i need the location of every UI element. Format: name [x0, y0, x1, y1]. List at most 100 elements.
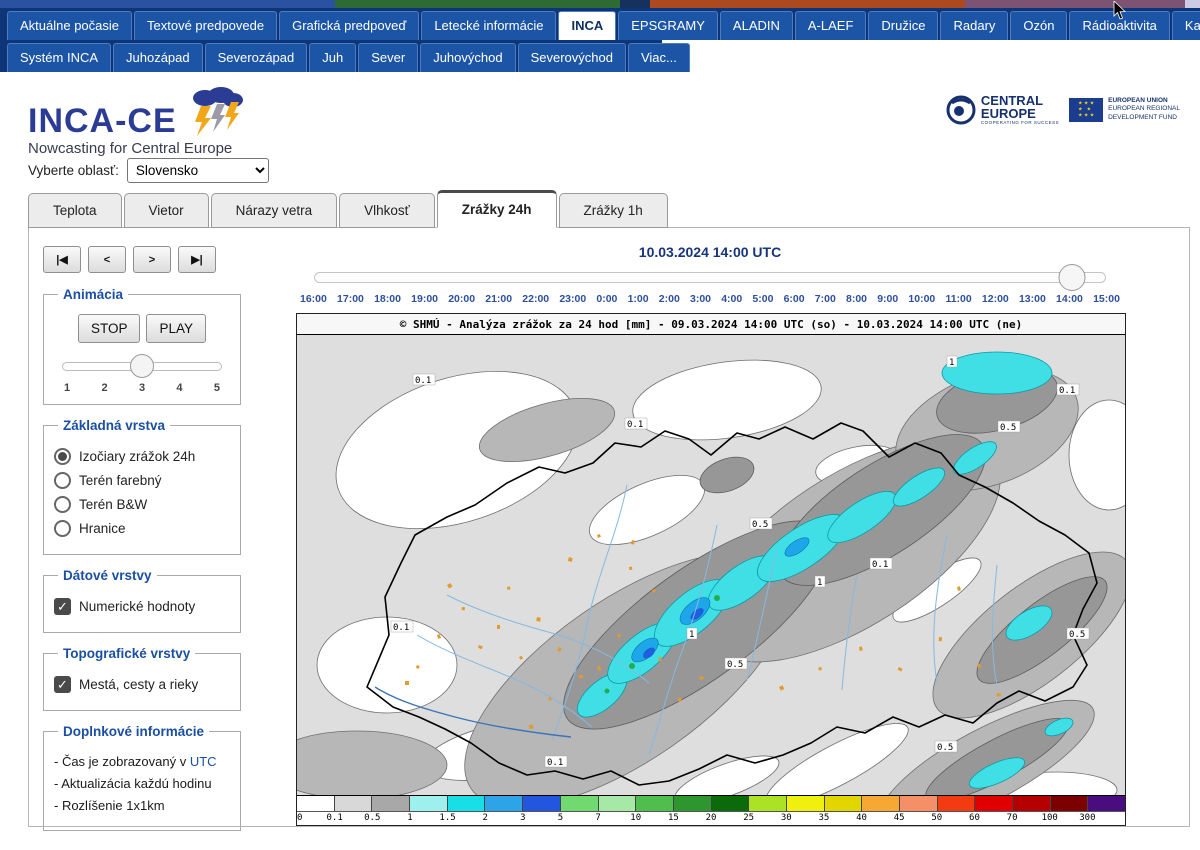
nav-item-a-laef[interactable]: A-LAEF	[795, 11, 867, 40]
nav-item-severov-chod[interactable]: Severovýchod	[518, 43, 626, 72]
tick-18-00: 18:00	[374, 293, 401, 305]
nav-item-grafick-predpove[interactable]: Grafická predpoveď	[279, 11, 419, 40]
time-slider-thumb[interactable]	[1058, 264, 1085, 291]
radio-dot	[58, 452, 67, 461]
nav-item-aktu-lne-po-asie[interactable]: Aktuálne počasie	[7, 11, 132, 40]
legend-value-labels: 00.10.511.523571015202530354045506070100…	[297, 812, 1125, 825]
tick-23-00: 23:00	[559, 293, 586, 305]
checkbox-option-numerick-hodnoty[interactable]: ✓Numerické hodnoty	[54, 598, 230, 615]
legend-cell-0	[297, 796, 335, 811]
ce-line2: EUROPE	[981, 107, 1059, 120]
tick-7-00: 7:00	[815, 293, 836, 305]
data-layers-title: Dátové vrstvy	[58, 568, 157, 583]
next-frame-button[interactable]: >	[133, 246, 171, 273]
radio-unselected[interactable]	[54, 472, 71, 489]
animation-speed-slider[interactable]	[62, 353, 222, 379]
nav-item-inca[interactable]: INCA	[558, 11, 616, 40]
tab-vlhkos[interactable]: Vlhkosť	[339, 193, 435, 228]
nav-item-dru-ice[interactable]: Družice	[868, 11, 938, 40]
legend-label-60: 60	[969, 813, 980, 823]
speed-label-3: 3	[139, 382, 145, 394]
legend-label-20: 20	[706, 813, 717, 823]
legend-label-7: 7	[595, 813, 600, 823]
contour-label: 0.1	[393, 623, 409, 633]
checkbox-checked[interactable]: ✓	[54, 598, 71, 615]
eu-line2: EUROPEAN REGIONAL	[1108, 105, 1180, 113]
speed-slider-thumb[interactable]	[130, 354, 154, 378]
legend-cell-16	[900, 796, 938, 811]
nav-item-epsgramy[interactable]: EPSGRAMY	[618, 11, 718, 40]
play-button[interactable]: PLAY	[146, 314, 206, 343]
tick-2-00: 2:00	[659, 293, 680, 305]
tick-15-00: 15:00	[1093, 293, 1120, 305]
radio-option-ter-n-farebn[interactable]: Terén farebný	[54, 472, 230, 489]
first-frame-button[interactable]: |◀	[43, 246, 81, 273]
tab-vietor[interactable]: Vietor	[124, 193, 209, 228]
legend-label-35: 35	[818, 813, 829, 823]
storm-cloud-lightning-icon	[183, 86, 245, 138]
nav-item-sever[interactable]: Sever	[358, 43, 418, 72]
tick-11-00: 11:00	[945, 293, 971, 305]
nav-item-viac[interactable]: Viac...	[628, 43, 690, 72]
contour-label: 0.1	[627, 420, 643, 430]
page-header: INCA-CE Nowcasting for Central Europe CE…	[0, 72, 1200, 156]
nav-item-juh[interactable]: Juh	[309, 43, 356, 72]
radio-option-izo-iary-zr-ok-24h[interactable]: Izočiary zrážok 24h	[54, 448, 230, 465]
checkbox-checked[interactable]: ✓	[54, 676, 71, 693]
speed-label-4: 4	[176, 382, 182, 394]
eu-logo: ★ ★ ★★ ★★ ★ ★ EUROPEAN UNION EUROPEAN RE…	[1069, 97, 1180, 121]
nav-item-oz-n[interactable]: Ozón	[1010, 11, 1067, 40]
nav-item-juhoz-pad[interactable]: Juhozápad	[113, 43, 203, 72]
tick-5-00: 5:00	[752, 293, 773, 305]
speed-label-1: 1	[64, 382, 70, 394]
time-slider[interactable]	[314, 264, 1106, 291]
legend-cell-18	[975, 796, 1013, 811]
time-slider-track[interactable]	[314, 272, 1106, 283]
nav-item-juhov-chod[interactable]: Juhovýchod	[420, 43, 515, 72]
radio-option-ter-n-b-w[interactable]: Terén B&W	[54, 496, 230, 513]
tick-17-00: 17:00	[337, 293, 364, 305]
last-frame-button[interactable]: ▶|	[178, 246, 216, 273]
info-section: Doplnkové informácie - Čas je zobrazovan…	[43, 724, 241, 831]
legend-cell-12	[749, 796, 787, 811]
legend-cell-20	[1051, 796, 1089, 811]
tick-6-00: 6:00	[784, 293, 805, 305]
central-europe-emblem-icon	[946, 95, 976, 125]
info-line-3: - Rozlíšenie 1x1km	[54, 798, 230, 813]
radio-unselected[interactable]	[54, 496, 71, 513]
nav-item-leteck-inform-cie[interactable]: Letecké informácie	[421, 11, 556, 40]
nav-item-syst-m-inca[interactable]: Systém INCA	[7, 43, 111, 72]
parameter-tabs: TeplotaVietorNárazy vetraVlhkosťZrážky 2…	[28, 193, 1200, 228]
nav-item-severoz-pad[interactable]: Severozápad	[205, 43, 308, 72]
tab-zr-ky-24h[interactable]: Zrážky 24h	[437, 190, 557, 228]
info-line-2: - Aktualizácia každú hodinu	[54, 776, 230, 791]
contour-label: 0.5	[1000, 423, 1016, 433]
central-europe-logo: CENTRAL EUROPE COOPERATING FOR SUCCESS	[946, 94, 1059, 125]
map-title: © SHMÚ - Analýza zrážok za 24 hod [mm] -…	[297, 314, 1125, 335]
animation-title: Animácia	[58, 287, 128, 302]
legend-cell-8	[599, 796, 637, 811]
tab-teplota[interactable]: Teplota	[28, 193, 122, 228]
radio-option-hranice[interactable]: Hranice	[54, 520, 230, 537]
legend-cell-14	[825, 796, 863, 811]
prev-frame-button[interactable]: <	[88, 246, 126, 273]
tab-n-razy-vetra[interactable]: Nárazy vetra	[211, 193, 338, 228]
legend-cell-15	[862, 796, 900, 811]
radio-selected[interactable]	[54, 448, 71, 465]
tab-zr-ky-1h[interactable]: Zrážky 1h	[559, 193, 668, 228]
utc-link[interactable]: UTC	[190, 754, 217, 769]
nav-item-aladin[interactable]: ALADIN	[720, 11, 793, 40]
nav-item-kamery[interactable]: Kamery	[1172, 11, 1200, 40]
region-select[interactable]: Slovensko	[127, 158, 269, 183]
checkbox-option-mest-cesty-a-rieky[interactable]: ✓Mestá, cesty a rieky	[54, 676, 230, 693]
legend-label-70: 70	[1007, 813, 1018, 823]
nav-item-textov-predpovede[interactable]: Textové predpovede	[134, 11, 277, 40]
nav-item-radary[interactable]: Radary	[940, 11, 1008, 40]
radio-label: Hranice	[79, 521, 126, 536]
radio-unselected[interactable]	[54, 520, 71, 537]
legend-label-15: 15	[668, 813, 679, 823]
tick-9-00: 9:00	[877, 293, 898, 305]
speed-label-5: 5	[214, 382, 220, 394]
stop-button[interactable]: STOP	[78, 314, 141, 343]
mouse-cursor-icon	[1113, 1, 1127, 21]
